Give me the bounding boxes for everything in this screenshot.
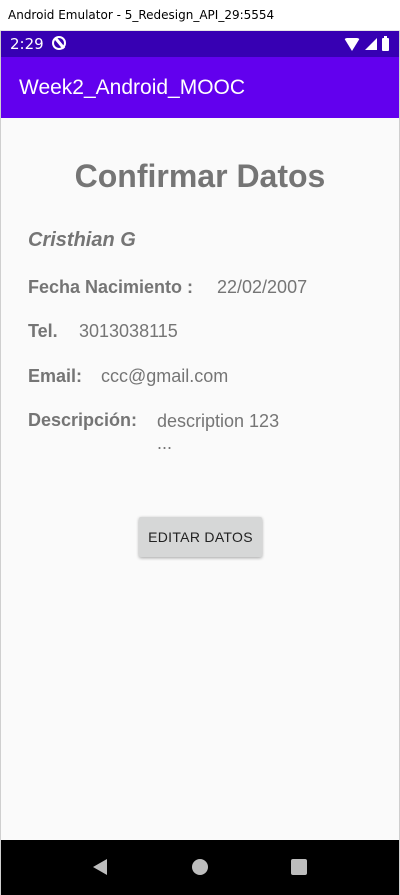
phone-screen: 2:29 Week2_Android_MOOC Confirmar Datos … — [0, 31, 400, 895]
confirm-content: Confirmar Datos Cristhian G Fecha Nacimi… — [1, 118, 399, 840]
edit-data-button[interactable]: EDITAR DATOS — [139, 517, 262, 557]
birthdate-value: 22/02/2007 — [217, 277, 308, 297]
status-time: 2:29 — [10, 35, 44, 53]
birthdate-row: Fecha Nacimiento : 22/02/2007 — [28, 277, 307, 298]
home-icon[interactable] — [192, 859, 208, 875]
back-icon[interactable] — [93, 859, 107, 875]
window-title: Android Emulator - 5_Redesign_API_29:555… — [8, 8, 275, 22]
page-title: Confirmar Datos — [74, 158, 326, 194]
birthdate-label: Fecha Nacimiento : — [28, 277, 194, 297]
email-value: ccc@gmail.com — [101, 366, 229, 386]
recents-icon[interactable] — [291, 859, 307, 875]
user-name: Cristhian G — [28, 229, 136, 251]
app-title: Week2_Android_MOOC — [19, 76, 246, 99]
phone-row: Tel. 3013038115 — [28, 321, 178, 342]
email-label: Email: — [28, 366, 83, 386]
email-row: Email: ccc@gmail.com — [28, 366, 228, 387]
phone-value: 3013038115 — [79, 321, 178, 341]
wifi-icon — [344, 37, 360, 51]
signal-icon — [365, 38, 377, 50]
description-label: Descripción: — [28, 410, 138, 430]
description-value: description 123 ... — [157, 411, 280, 453]
description-row: Descripción: description 123 ... — [28, 410, 279, 453]
navigation-bar — [1, 840, 399, 895]
status-icons — [344, 35, 389, 52]
status-bar: 2:29 — [1, 31, 399, 57]
phone-label: Tel. — [28, 321, 58, 341]
battery-icon — [382, 35, 389, 51]
window-titlebar: Android Emulator - 5_Redesign_API_29:555… — [0, 0, 400, 31]
sync-off-icon — [52, 36, 66, 50]
app-bar: Week2_Android_MOOC — [1, 57, 399, 118]
